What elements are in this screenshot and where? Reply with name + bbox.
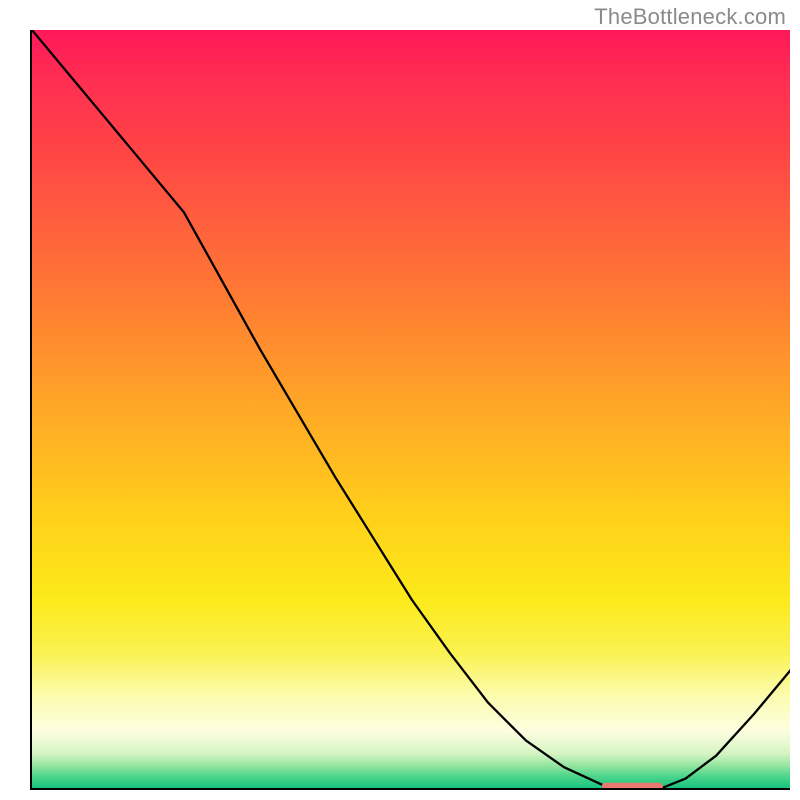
chart-container: TheBottleneck.com <box>0 0 800 800</box>
plot-area <box>30 30 790 790</box>
watermark-text: TheBottleneck.com <box>594 4 786 30</box>
highlight-marker <box>602 783 663 790</box>
chart-svg <box>32 30 790 790</box>
data-curve <box>32 30 790 788</box>
